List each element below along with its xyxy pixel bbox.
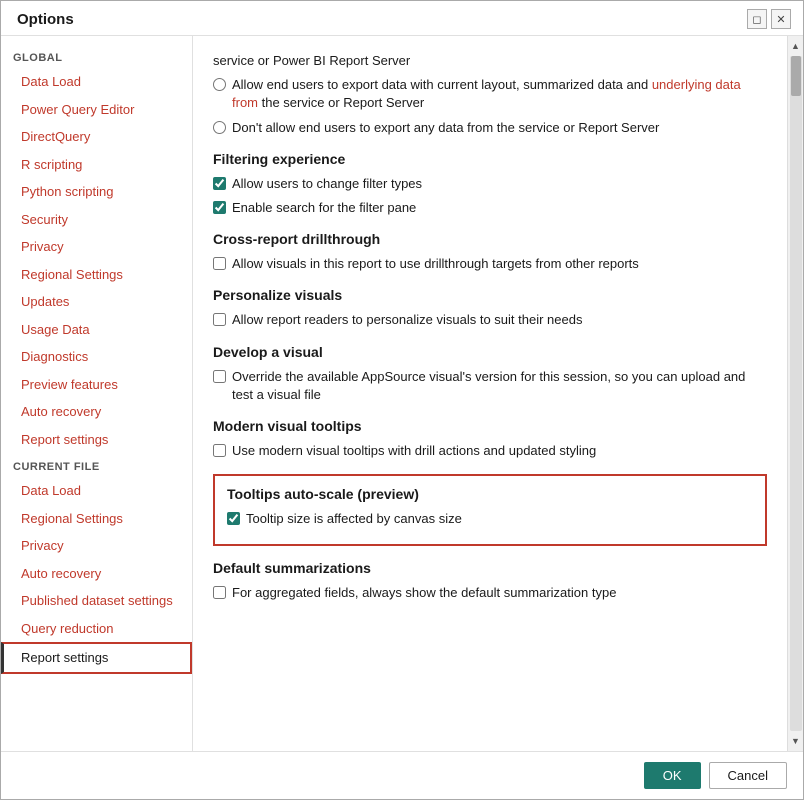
restore-button[interactable]: ◻ <box>747 9 767 29</box>
checkbox-input-tooltip-canvas[interactable] <box>227 512 240 525</box>
radio-link-2: underlying data from <box>232 77 741 110</box>
radio-label-3: Don't allow end users to export any data… <box>232 119 659 137</box>
sidebar-item-usage-data[interactable]: Usage Data <box>1 316 192 344</box>
scroll-thumb[interactable] <box>791 56 801 96</box>
checkbox-input-drillthrough[interactable] <box>213 257 226 270</box>
tooltips-autoscale-header: Tooltips auto-scale (preview) <box>227 486 753 502</box>
radio-input-3[interactable] <box>213 121 226 134</box>
checkbox-develop-visual[interactable]: Override the available AppSource visual'… <box>213 368 767 404</box>
sidebar-item-data-load[interactable]: Data Load <box>1 68 192 96</box>
sidebar-item-privacy[interactable]: Privacy <box>1 233 192 261</box>
content-area: service or Power BI Report Server Allow … <box>193 36 787 751</box>
scroll-track[interactable] <box>790 56 802 731</box>
title-bar: Options ◻ ✕ <box>1 1 803 36</box>
radio-option-1: service or Power BI Report Server <box>213 52 767 70</box>
cross-report-header: Cross-report drillthrough <box>213 231 767 247</box>
sidebar-item-directquery[interactable]: DirectQuery <box>1 123 192 151</box>
scroll-up-button[interactable]: ▲ <box>788 38 804 54</box>
sidebar-item-regional-settings[interactable]: Regional Settings <box>1 261 192 289</box>
modern-tooltips-header: Modern visual tooltips <box>213 418 767 434</box>
checkbox-input-filter-pane[interactable] <box>213 201 226 214</box>
window-controls: ◻ ✕ <box>747 9 791 29</box>
checkbox-tooltip-canvas[interactable]: Tooltip size is affected by canvas size <box>227 510 753 528</box>
sidebar-item-updates[interactable]: Updates <box>1 288 192 316</box>
sidebar-item-current-query-reduction[interactable]: Query reduction <box>1 615 192 643</box>
checkbox-input-develop-visual[interactable] <box>213 370 226 383</box>
scroll-down-button[interactable]: ▼ <box>788 733 804 749</box>
dialog-title: Options <box>17 11 74 28</box>
current-section-label: CURRENT FILE <box>1 453 192 477</box>
checkbox-filter-types[interactable]: Allow users to change filter types <box>213 175 767 193</box>
sidebar-item-diagnostics[interactable]: Diagnostics <box>1 343 192 371</box>
sidebar-item-auto-recovery[interactable]: Auto recovery <box>1 398 192 426</box>
sidebar-item-python-scripting[interactable]: Python scripting <box>1 178 192 206</box>
vertical-scrollbar[interactable]: ▲ ▼ <box>787 36 803 751</box>
close-button[interactable]: ✕ <box>771 9 791 29</box>
checkbox-label-drillthrough: Allow visuals in this report to use dril… <box>232 255 639 273</box>
checkbox-input-modern-tooltips[interactable] <box>213 444 226 457</box>
filtering-experience-header: Filtering experience <box>213 151 767 167</box>
sidebar-item-current-report-settings[interactable]: Report settings <box>1 642 192 674</box>
sidebar-item-current-auto-recovery[interactable]: Auto recovery <box>1 560 192 588</box>
checkbox-label-develop-visual: Override the available AppSource visual'… <box>232 368 767 404</box>
checkbox-label-default-summarization: For aggregated fields, always show the d… <box>232 584 616 602</box>
main-content: service or Power BI Report Server Allow … <box>193 36 803 751</box>
checkbox-input-filter-types[interactable] <box>213 177 226 190</box>
dialog-footer: OK Cancel <box>1 751 803 799</box>
checkbox-label-tooltip-canvas: Tooltip size is affected by canvas size <box>246 510 462 528</box>
sidebar-item-r-scripting[interactable]: R scripting <box>1 151 192 179</box>
sidebar-item-preview-features[interactable]: Preview features <box>1 371 192 399</box>
sidebar: GLOBAL Data Load Power Query Editor Dire… <box>1 36 193 751</box>
sidebar-item-current-regional-settings[interactable]: Regional Settings <box>1 505 192 533</box>
global-section-label: GLOBAL <box>1 44 192 68</box>
sidebar-item-power-query-editor[interactable]: Power Query Editor <box>1 96 192 124</box>
checkbox-label-filter-pane: Enable search for the filter pane <box>232 199 416 217</box>
checkbox-label-filter-types: Allow users to change filter types <box>232 175 422 193</box>
checkbox-input-personalize[interactable] <box>213 313 226 326</box>
sidebar-item-current-published-dataset[interactable]: Published dataset settings <box>1 587 192 615</box>
radio-option-2[interactable]: Allow end users to export data with curr… <box>213 76 767 112</box>
checkbox-personalize[interactable]: Allow report readers to personalize visu… <box>213 311 767 329</box>
sidebar-item-current-data-load[interactable]: Data Load <box>1 477 192 505</box>
options-dialog: Options ◻ ✕ GLOBAL Data Load Power Query… <box>0 0 804 800</box>
radio-option-3[interactable]: Don't allow end users to export any data… <box>213 119 767 137</box>
radio-input-2[interactable] <box>213 78 226 91</box>
default-summarizations-header: Default summarizations <box>213 560 767 576</box>
checkbox-drillthrough[interactable]: Allow visuals in this report to use dril… <box>213 255 767 273</box>
sidebar-item-report-settings[interactable]: Report settings <box>1 426 192 454</box>
sidebar-item-current-privacy[interactable]: Privacy <box>1 532 192 560</box>
tooltips-autoscale-section: Tooltips auto-scale (preview) Tooltip si… <box>213 474 767 546</box>
develop-visual-header: Develop a visual <box>213 344 767 360</box>
cancel-button[interactable]: Cancel <box>709 762 787 789</box>
checkbox-input-default-summarization[interactable] <box>213 586 226 599</box>
radio-label-2: Allow end users to export data with curr… <box>232 76 767 112</box>
sidebar-item-security[interactable]: Security <box>1 206 192 234</box>
checkbox-label-personalize: Allow report readers to personalize visu… <box>232 311 582 329</box>
checkbox-label-modern-tooltips: Use modern visual tooltips with drill ac… <box>232 442 596 460</box>
ok-button[interactable]: OK <box>644 762 701 789</box>
personalize-visuals-header: Personalize visuals <box>213 287 767 303</box>
checkbox-default-summarization[interactable]: For aggregated fields, always show the d… <box>213 584 767 602</box>
checkbox-filter-pane[interactable]: Enable search for the filter pane <box>213 199 767 217</box>
dialog-body: GLOBAL Data Load Power Query Editor Dire… <box>1 36 803 751</box>
checkbox-modern-tooltips[interactable]: Use modern visual tooltips with drill ac… <box>213 442 767 460</box>
radio-text-1: service or Power BI Report Server <box>213 52 410 70</box>
